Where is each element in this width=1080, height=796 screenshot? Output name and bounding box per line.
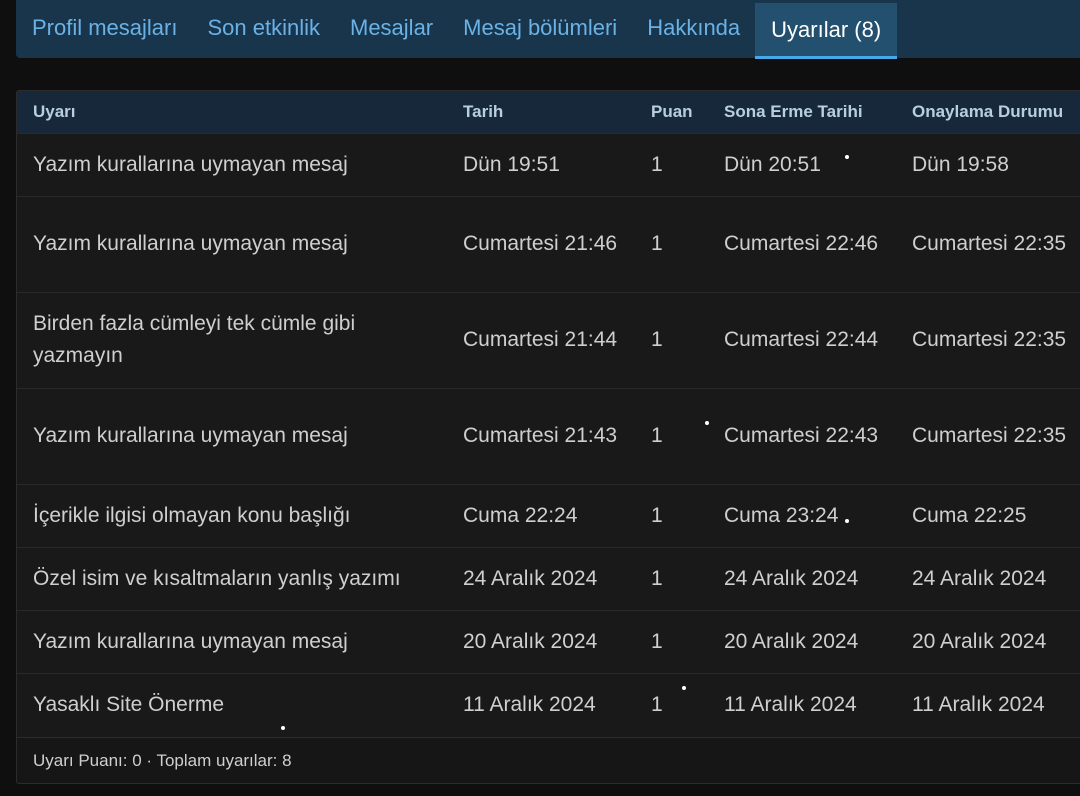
warning-title[interactable]: Özel isim ve kısaltmaların yanlış yazımı	[17, 546, 447, 610]
profile-tab-bar: Profil mesajları Son etkinlik Mesajlar M…	[16, 0, 1080, 59]
screen-speck	[682, 686, 686, 690]
warning-points: 1	[635, 546, 708, 610]
warning-approval: Cumartesi 22:35	[896, 291, 1080, 388]
warning-title[interactable]: Yazım kurallarına uymayan mesaj	[17, 609, 447, 673]
warning-title[interactable]: Birden fazla cümleyi tek cümle gibi yazm…	[17, 291, 447, 388]
warning-expiry: Cumartesi 22:43	[708, 387, 896, 484]
screen-speck	[845, 155, 849, 159]
warning-title[interactable]: Yasaklı Site Önerme	[17, 672, 447, 736]
warning-date: Dün 19:51	[447, 132, 635, 196]
table-row[interactable]: Birden fazla cümleyi tek cümle gibi yazm…	[17, 291, 1080, 388]
column-header-warning[interactable]: Uyarı	[17, 91, 447, 133]
tab-about[interactable]: Hakkında	[632, 0, 755, 56]
table-row[interactable]: Yazım kurallarına uymayan mesaj 20 Aralı…	[17, 609, 1080, 673]
tab-profile-posts[interactable]: Profil mesajları	[32, 0, 192, 56]
screen-speck	[705, 421, 709, 425]
warning-points: 1	[635, 387, 708, 484]
warning-date: Cuma 22:24	[447, 483, 635, 547]
warning-approval: 20 Aralık 2024	[896, 609, 1080, 673]
screen-speck	[281, 726, 285, 730]
warning-date: 11 Aralık 2024	[447, 672, 635, 736]
warning-expiry: Cumartesi 22:46	[708, 195, 896, 292]
warnings-table: Uyarı Tarih Puan Sona Erme Tarihi Onayla…	[17, 91, 1080, 736]
tab-postings[interactable]: Mesajlar	[335, 0, 448, 56]
warning-date: 20 Aralık 2024	[447, 609, 635, 673]
warning-points: 1	[635, 291, 708, 388]
column-header-date[interactable]: Tarih	[447, 91, 635, 133]
table-row[interactable]: Yazım kurallarına uymayan mesaj Cumartes…	[17, 387, 1080, 484]
warning-date: 24 Aralık 2024	[447, 546, 635, 610]
warning-expiry: 11 Aralık 2024	[708, 672, 896, 736]
warning-approval: Dün 19:58	[896, 132, 1080, 196]
warning-points: 1	[635, 483, 708, 547]
table-row[interactable]: Yasaklı Site Önerme 11 Aralık 2024 1 11 …	[17, 672, 1080, 736]
warning-expiry: 24 Aralık 2024	[708, 546, 896, 610]
warning-expiry: 20 Aralık 2024	[708, 609, 896, 673]
warning-approval: Cumartesi 22:35	[896, 195, 1080, 292]
warning-approval: 24 Aralık 2024	[896, 546, 1080, 610]
table-row[interactable]: Yazım kurallarına uymayan mesaj Dün 19:5…	[17, 132, 1080, 196]
screen-speck	[845, 519, 849, 523]
warnings-panel: Uyarı Tarih Puan Sona Erme Tarihi Onayla…	[16, 90, 1080, 784]
column-header-expiry[interactable]: Sona Erme Tarihi	[708, 91, 896, 133]
table-row[interactable]: Özel isim ve kısaltmaların yanlış yazımı…	[17, 546, 1080, 610]
table-row[interactable]: İçerikle ilgisi olmayan konu başlığı Cum…	[17, 483, 1080, 547]
warning-points: 1	[635, 195, 708, 292]
warning-expiry: Cuma 23:24	[708, 483, 896, 547]
warning-approval: Cumartesi 22:35	[896, 387, 1080, 484]
table-header-row: Uyarı Tarih Puan Sona Erme Tarihi Onayla…	[17, 91, 1080, 133]
warning-expiry: Cumartesi 22:44	[708, 291, 896, 388]
warnings-summary: Uyarı Puanı: 0 · Toplam uyarılar: 8	[17, 737, 1080, 783]
column-header-points[interactable]: Puan	[635, 91, 708, 133]
warning-points: 1	[635, 132, 708, 196]
warning-approval: 11 Aralık 2024	[896, 672, 1080, 736]
warning-expiry: Dün 20:51	[708, 132, 896, 196]
tab-warnings[interactable]: Uyarılar (8)	[755, 3, 898, 59]
warning-title[interactable]: İçerikle ilgisi olmayan konu başlığı	[17, 483, 447, 547]
table-row[interactable]: Yazım kurallarına uymayan mesaj Cumartes…	[17, 195, 1080, 292]
warning-title[interactable]: Yazım kurallarına uymayan mesaj	[17, 132, 447, 196]
warning-date: Cumartesi 21:43	[447, 387, 635, 484]
warning-date: Cumartesi 21:44	[447, 291, 635, 388]
warning-title[interactable]: Yazım kurallarına uymayan mesaj	[17, 387, 447, 484]
column-header-approval[interactable]: Onaylama Durumu	[896, 91, 1080, 133]
warning-approval: Cuma 22:25	[896, 483, 1080, 547]
warning-points: 1	[635, 609, 708, 673]
tab-recent-activity[interactable]: Son etkinlik	[192, 0, 335, 56]
tab-threads[interactable]: Mesaj bölümleri	[448, 0, 632, 56]
warning-points: 1	[635, 672, 708, 736]
warning-date: Cumartesi 21:46	[447, 195, 635, 292]
warning-title[interactable]: Yazım kurallarına uymayan mesaj	[17, 195, 447, 292]
